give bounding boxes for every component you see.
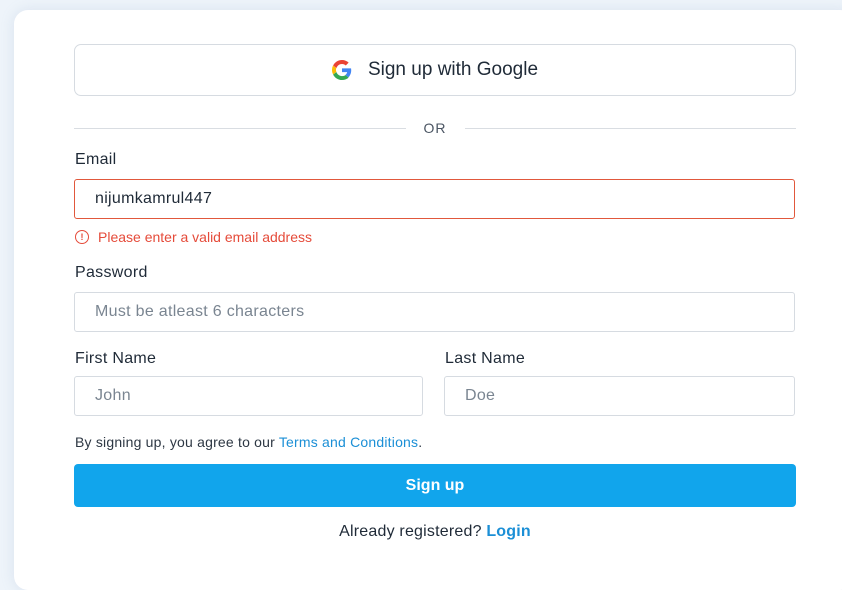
terms-text: By signing up, you agree to our Terms an… (75, 434, 422, 450)
last-name-label: Last Name (445, 350, 526, 367)
google-signup-label: Sign up with Google (367, 59, 539, 80)
first-name-field[interactable] (74, 376, 423, 416)
divider-line-left (74, 127, 406, 129)
sign-up-button[interactable]: Sign up (74, 464, 796, 507)
terms-link[interactable]: Terms and Conditions (279, 434, 418, 450)
email-field[interactable] (74, 179, 795, 219)
terms-prefix: By signing up, you agree to our (75, 434, 279, 450)
divider-text: OR (423, 120, 447, 136)
terms-suffix: . (418, 434, 423, 450)
info-circle-icon: ! (75, 230, 89, 244)
login-link[interactable]: Login (486, 523, 531, 540)
last-name-field[interactable] (444, 376, 795, 416)
divider-line-right (464, 127, 796, 129)
first-name-label: First Name (75, 350, 157, 367)
or-divider: OR (74, 118, 796, 138)
login-prompt: Already registered? Login (0, 523, 842, 541)
password-field[interactable] (74, 292, 795, 332)
google-signup-button[interactable]: Sign up with Google (74, 44, 796, 96)
email-error-text: Please enter a valid email address (98, 229, 313, 245)
email-label: Email (75, 151, 117, 168)
login-prompt-text: Already registered? (339, 523, 487, 540)
google-g-icon (331, 60, 352, 80)
password-label: Password (75, 264, 148, 281)
email-error-message: ! Please enter a valid email address (75, 229, 312, 245)
